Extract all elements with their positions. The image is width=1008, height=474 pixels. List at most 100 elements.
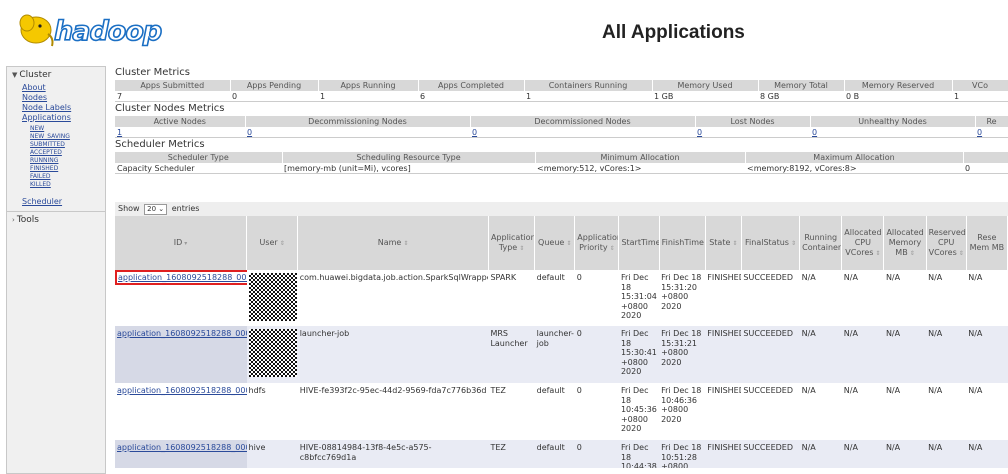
scheduler-metrics-title: Scheduler Metrics	[115, 139, 205, 150]
cell-queue: default	[534, 270, 575, 326]
header-lost-nodes: Lost Nodes	[695, 116, 811, 127]
value-apps-submitted: 7	[115, 91, 230, 102]
cluster-nodes-metrics-title: Cluster Nodes Metrics	[115, 103, 225, 114]
header-decommissioning-nodes: Decommissioning Nodes	[245, 116, 471, 127]
cell-reserved-cpu: N/A	[926, 383, 967, 440]
cell-running-containers: N/A	[799, 270, 842, 326]
sort-icon: ⇕	[609, 244, 615, 252]
link-decommissioning-nodes[interactable]: 0	[247, 128, 252, 137]
cell-queue: default	[534, 383, 575, 440]
col-header-reserved-memory-label: Rese Mem MB	[969, 233, 1005, 252]
col-header-finalstatus-label: FinalStatus	[745, 237, 789, 247]
scheduler-metrics-table: Scheduler Type Scheduling Resource Type …	[115, 152, 1008, 174]
header-vcores: VCo	[952, 80, 1008, 91]
col-header-finishtime[interactable]: FinishTime⇕	[659, 216, 706, 270]
redacted-user-image	[248, 329, 297, 377]
col-header-name[interactable]: Name ⇕	[297, 216, 489, 270]
cell-running-containers: N/A	[799, 326, 842, 383]
app-id-link[interactable]: application_1608092518288_0007	[115, 270, 247, 285]
col-header-id[interactable]: ID ▾	[115, 216, 248, 270]
cell-state: FINISHED	[705, 270, 742, 326]
cell-type: MRS Launcher	[488, 326, 535, 383]
cell-allocated-cpu: N/A	[841, 270, 884, 326]
col-header-reserved-cpu[interactable]: Reserved CPU VCores ⇕	[926, 216, 967, 270]
cell-reserved-memory: N/A	[966, 440, 1008, 468]
value-memory-reserved: 0 B	[844, 91, 952, 102]
header-apps-completed: Apps Completed	[418, 80, 525, 91]
col-header-running-containers[interactable]: Running Containers⇕	[799, 216, 843, 270]
table-length-control: Show 20 ⌄ entries	[115, 202, 1008, 216]
col-header-state[interactable]: State ⇕	[705, 216, 742, 270]
cell-priority: 0	[574, 440, 619, 468]
col-header-name-label: Name	[377, 237, 402, 247]
triangle-down-icon: ▼	[12, 71, 18, 79]
nav-state-killed[interactable]: KILLED	[30, 181, 105, 189]
cell-running-containers: N/A	[799, 440, 842, 468]
col-header-running-containers-label: Running Containers	[802, 232, 842, 252]
link-active-nodes[interactable]: 1	[117, 128, 122, 137]
main-content: Cluster Metrics Apps Submitted Apps Pend…	[115, 66, 1008, 468]
app-id-link[interactable]: application_1608092518288_0004	[117, 443, 247, 452]
header-unhealthy-nodes: Unhealthy Nodes	[810, 116, 976, 127]
cell-state: FINISHED	[705, 326, 742, 383]
cluster-section-toggle[interactable]: ▼ Cluster	[7, 67, 105, 83]
cell-starttime: Fri Dec 18 15:30:41 +0800 2020	[618, 326, 660, 383]
cell-reserved-memory: N/A	[966, 383, 1008, 440]
nav-state-failed[interactable]: FAILED	[30, 173, 105, 181]
nav-state-finished[interactable]: FINISHED	[30, 165, 105, 173]
nav-state-submitted[interactable]: SUBMITTED	[30, 141, 105, 149]
page-size-value: 20	[147, 205, 157, 213]
col-header-finalstatus[interactable]: FinalStatus ⇕	[741, 216, 801, 270]
tools-section-toggle[interactable]: › Tools	[7, 212, 105, 228]
col-header-type[interactable]: Application Type ⇕	[488, 216, 536, 270]
cell-allocated-cpu: N/A	[841, 326, 884, 383]
show-label: Show	[118, 204, 140, 213]
value-vcores: 1	[952, 91, 1008, 102]
app-id-link[interactable]: application_1608092518288_0006	[117, 329, 247, 338]
col-header-allocated-memory[interactable]: Allocated Memory MB ⇕	[883, 216, 927, 270]
col-header-reserved-memory[interactable]: Rese Mem MB	[966, 216, 1008, 270]
sort-icon: ⇕	[519, 244, 525, 252]
link-rebooted-nodes[interactable]: 0	[977, 128, 982, 137]
nav-state-running[interactable]: RUNNING	[30, 157, 105, 165]
col-header-starttime-label: StartTime	[621, 237, 660, 247]
header-memory-used: Memory Used	[652, 80, 759, 91]
cell-user: hive	[246, 440, 298, 468]
col-header-state-label: State	[709, 237, 731, 247]
sort-icon: ⇕	[566, 239, 572, 247]
cell-user: hdfs	[246, 383, 298, 440]
cell-type: TEZ	[488, 383, 535, 440]
link-decommissioned-nodes[interactable]: 0	[472, 128, 477, 137]
col-header-user[interactable]: User ⇕	[246, 216, 299, 270]
cluster-label: Cluster	[19, 70, 52, 80]
sort-icon: ⇕	[732, 239, 738, 247]
col-header-allocated-cpu[interactable]: Allocated CPU VCores ⇕	[841, 216, 885, 270]
header-memory-reserved: Memory Reserved	[844, 80, 953, 91]
link-unhealthy-nodes[interactable]: 0	[812, 128, 817, 137]
nav-state-new-saving[interactable]: NEW_SAVING	[30, 133, 105, 141]
cell-reserved-memory: N/A	[966, 326, 1008, 383]
header-extra	[963, 152, 1008, 163]
cell-reserved-memory: N/A	[966, 270, 1008, 326]
app-id-link[interactable]: application_1608092518288_0005	[117, 386, 247, 395]
col-header-allocated-memory-label: Allocated Memory MB	[886, 227, 924, 257]
nav-about[interactable]: About	[22, 83, 105, 93]
nav-scheduler[interactable]: Scheduler	[22, 197, 105, 207]
page-size-select[interactable]: 20 ⌄	[144, 204, 168, 215]
sort-icon: ⇕	[958, 249, 964, 257]
col-header-queue-label: Queue	[538, 237, 565, 247]
nav-nodes[interactable]: Nodes	[22, 93, 105, 103]
value-scheduler-type: Capacity Scheduler	[115, 163, 282, 174]
col-header-starttime[interactable]: StartTime⇕	[618, 216, 660, 270]
col-header-queue[interactable]: Queue ⇕	[534, 216, 576, 270]
header-apps-submitted: Apps Submitted	[115, 80, 231, 91]
col-header-priority[interactable]: Application Priority ⇕	[574, 216, 620, 270]
cell-reserved-cpu: N/A	[926, 440, 967, 468]
nav-node-labels[interactable]: Node Labels	[22, 103, 105, 113]
link-lost-nodes[interactable]: 0	[697, 128, 702, 137]
nav-state-accepted[interactable]: ACCEPTED	[30, 149, 105, 157]
nav-state-new[interactable]: NEW	[30, 125, 105, 133]
nav-applications[interactable]: Applications	[22, 113, 105, 123]
col-header-user-label: User	[259, 237, 278, 247]
value-apps-running: 1	[318, 91, 418, 102]
